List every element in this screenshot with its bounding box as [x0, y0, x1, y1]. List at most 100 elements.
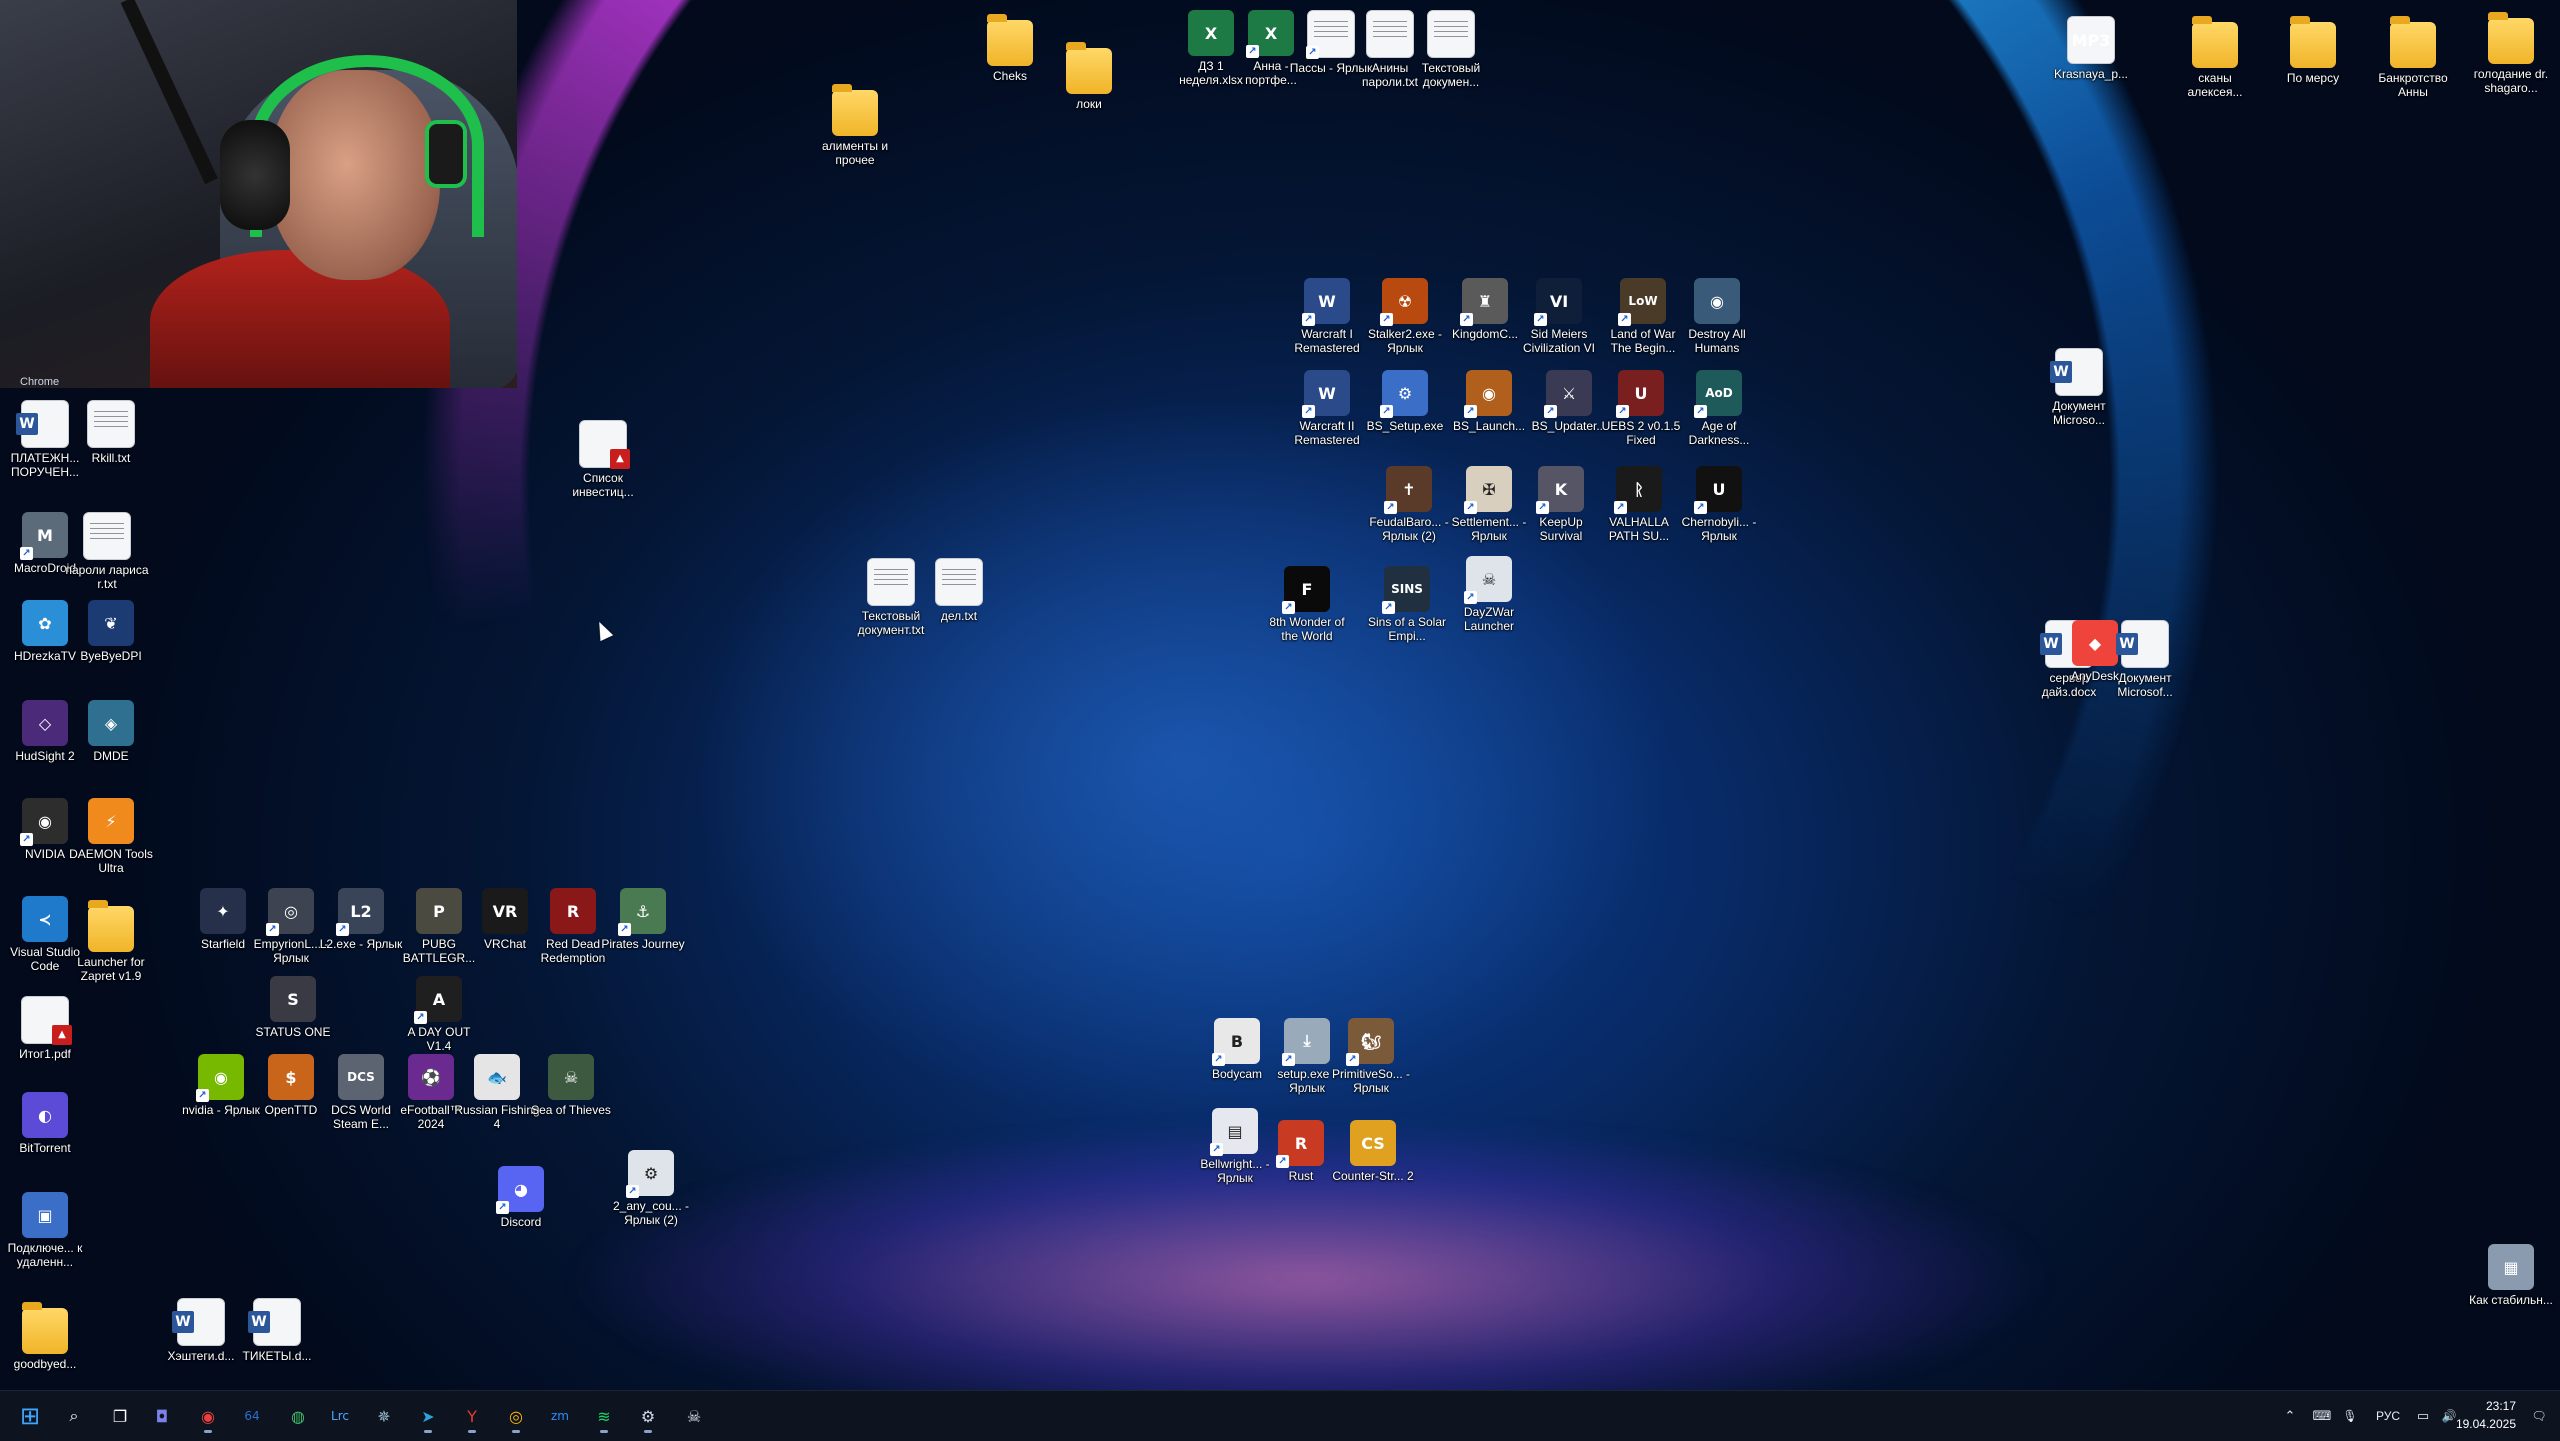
microphone-icon[interactable]: 🎙 [2338, 1401, 2362, 1431]
taskbar-settings[interactable]: ⚙ [630, 1399, 666, 1433]
desktop-icon[interactable]: ◈ DMDE [66, 700, 156, 763]
desktop-icon[interactable]: ☠ Sea of Thieves [526, 1054, 616, 1117]
desktop-icon[interactable]: сканы алексея... [2170, 12, 2260, 99]
counter-strike-icon: CS [1350, 1120, 1396, 1166]
desktop-icon-label: Текстовый докумен... [1421, 61, 1481, 89]
desktop-icon[interactable]: алименты и прочее [810, 80, 900, 167]
taskbar-yandex[interactable]: Y [454, 1399, 490, 1433]
taskbar-zoom[interactable]: zm [542, 1399, 578, 1433]
desktop-icon[interactable]: ◉ Destroy All Humans [1672, 278, 1762, 355]
desktop-icon[interactable]: ⚙BS_Setup.exe [1360, 370, 1450, 433]
taskbar-telegram[interactable]: ➤ [410, 1399, 446, 1433]
bittorrent-icon: ◐ [22, 1092, 68, 1138]
sins-solar-empire-icon: SINS [1382, 566, 1430, 614]
desktop-icon[interactable]: ◉BS_Launch... [1444, 370, 1534, 433]
settings-gear-icon: ⚙ [640, 1406, 656, 1426]
desktop-icon[interactable]: UUEBS 2 v0.1.5 Fixed [1596, 370, 1686, 447]
language-indicator[interactable]: РУС [2368, 1401, 2408, 1431]
desktop-icon[interactable]: Launcher for Zapret v1.9 [66, 896, 156, 983]
desktop-icon[interactable]: Документ Microso... [2034, 348, 2124, 427]
desktop-icon[interactable]: локи [1044, 38, 1134, 111]
desktop-icon[interactable]: WWarcraft II Remastered [1282, 370, 1372, 447]
desktop-icon[interactable]: AoDAge of Darkness... [1674, 370, 1764, 447]
sea-of-thieves-icon: ☠ [548, 1054, 594, 1100]
tray-overflow-chevron[interactable]: ⌃ [2278, 1401, 2302, 1431]
desktop-icon-label: дел.txt [940, 609, 978, 623]
desktop-icon-label: Starfield [200, 937, 246, 951]
desktop-icon-label: Документ Microso... [2052, 399, 2106, 427]
desktop-icon[interactable]: WWarcraft I Remastered [1282, 278, 1372, 355]
taskbar-lrc[interactable]: Lrc [322, 1399, 358, 1433]
desktop-icon[interactable]: CS Counter-Str... 2 [1328, 1120, 1418, 1183]
desktop-icon[interactable]: Список инвестиц... [558, 420, 648, 499]
dayzwar-icon: ☠ [1464, 556, 1512, 604]
desktop-icon[interactable]: ⚓Pirates Journey [598, 888, 688, 951]
desktop-icon[interactable]: ᚱVALHALLA PATH SU... [1594, 466, 1684, 543]
desktop-icon[interactable]: ▦ Как стабильн... [2466, 1244, 2556, 1307]
desktop-icon[interactable]: F8th Wonder of the World [1262, 566, 1352, 643]
taskbar-chrome[interactable]: ◎ [498, 1399, 534, 1433]
clock[interactable]: 23:17 19.04.2025 [2446, 1397, 2516, 1433]
desktop-icon[interactable]: ◐ BitTorrent [0, 1092, 90, 1155]
webcam-microphone [220, 120, 290, 230]
age-of-darkness-icon: AoD [1694, 370, 1742, 418]
desktop-icon[interactable]: пароли лариса r.txt [62, 512, 152, 591]
desktop-icon[interactable]: UChernobyli... - Ярлык [1674, 466, 1764, 543]
text-file-icon [87, 400, 135, 448]
desktop-icon[interactable]: ТИКЕТЫ.d... [232, 1298, 322, 1363]
task-view-icon: ❐ [112, 1406, 128, 1426]
taskbar-game-launcher[interactable]: ☠ [676, 1399, 712, 1433]
keyboard-icon[interactable]: ⌨ [2310, 1401, 2334, 1431]
desktop-icon[interactable]: S STATUS ONE [248, 976, 338, 1039]
desktop-icon[interactable]: ▣ Подключе... к удаленн... [0, 1192, 90, 1269]
desktop-icon[interactable]: Банкротство Анны [2368, 12, 2458, 99]
land-of-war-icon: LoW [1618, 278, 1666, 326]
desktop-icon[interactable]: дел.txt [914, 558, 1004, 623]
desktop-icon[interactable]: Итог1.pdf [0, 996, 90, 1061]
notification-icon[interactable]: 🗨 [2526, 1401, 2552, 1431]
vscode-icon: ≺ [22, 896, 68, 942]
desktop-icon[interactable]: ◕Discord [476, 1166, 566, 1229]
yandex-browser-icon: Y [467, 1406, 477, 1426]
taskbar-64[interactable]: 64 [234, 1399, 270, 1433]
search-button[interactable]: ⌕ [56, 1399, 92, 1433]
folder-icon [832, 84, 878, 136]
desktop-icon[interactable]: Документ Microsof... [2100, 620, 2190, 699]
unreal-engine-icon: U [1694, 466, 1742, 514]
taskbar-obs[interactable]: ◉ [190, 1399, 226, 1433]
bs-setup-icon: ⚙ [1380, 370, 1428, 418]
desktop-icon[interactable]: Текстовый докумен... [1406, 10, 1496, 89]
desktop-icon[interactable]: 🐿PrimitiveSo... - Ярлык [1326, 1018, 1416, 1095]
desktop-icon[interactable]: ☠DayZWar Launcher [1444, 556, 1534, 633]
desktop-icon[interactable]: SINSSins of a Solar Empi... [1362, 566, 1452, 643]
task-view-button[interactable]: ❐ [102, 1399, 138, 1433]
start-button[interactable]: ⊞ [12, 1399, 48, 1433]
search-icon: ⌕ [69, 1406, 79, 1425]
desktop-icon[interactable]: ✝FeudalBaro... - Ярлык (2) [1364, 466, 1454, 543]
network-icon[interactable]: ▭ [2412, 1401, 2434, 1431]
taskbar-spotify[interactable]: ≋ [586, 1399, 622, 1433]
desktop-icon[interactable]: AA DAY OUT V1.4 [394, 976, 484, 1053]
desktop-icon[interactable]: MP3 Krasnaya_p... [2046, 16, 2136, 81]
discord-icon: ◕ [496, 1166, 544, 1214]
bs-updater-icon: ⚔ [1544, 370, 1592, 418]
desktop-icon[interactable]: VISid Meiers Civilization VI [1514, 278, 1604, 355]
desktop-icon[interactable]: Cheks [965, 10, 1055, 83]
desktop-icon[interactable]: ☢Stalker2.exe - Ярлык [1360, 278, 1450, 355]
desktop-icon[interactable]: ⚙2_any_cou... - Ярлык (2) [606, 1150, 696, 1227]
desktop-icon-label: Подключе... к удаленн... [7, 1241, 83, 1269]
desktop-icon[interactable]: KKeepUp Survival [1516, 466, 1606, 543]
desktop-icon[interactable]: ⚡ DAEMON Tools Ultra [66, 798, 156, 875]
desktop-icon[interactable]: Rkill.txt [66, 400, 156, 465]
taskbar-teams[interactable]: ◘ [144, 1399, 180, 1433]
desktop-icon-label: Итог1.pdf [19, 1047, 71, 1061]
desktop-icon-label: BitTorrent [19, 1141, 71, 1155]
taskbar-edge[interactable]: ◍ [280, 1399, 316, 1433]
desktop-icon[interactable]: ❦ ByeByeDPI [66, 600, 156, 663]
taskbar-gear-app[interactable]: ✵ [366, 1399, 402, 1433]
desktop-icon[interactable]: голодание dr. shagaro... [2466, 8, 2556, 95]
desktop-icon[interactable]: L2L2.exe - Ярлык [316, 888, 406, 951]
desktop-icon[interactable]: goodbyed... [0, 1298, 90, 1371]
desktop-icon-label: Cheks [992, 69, 1027, 83]
desktop-icon[interactable]: По мерсу [2268, 12, 2358, 85]
